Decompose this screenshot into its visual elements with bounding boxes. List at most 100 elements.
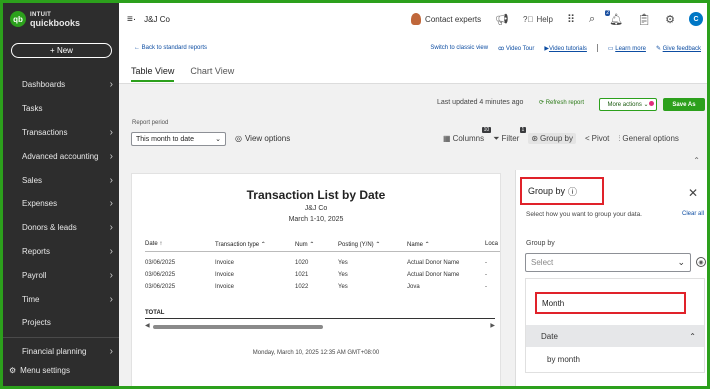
help-circle-icon[interactable]: ◉	[696, 257, 706, 267]
column-header[interactable]: Date ↑	[145, 241, 162, 247]
group-by-select[interactable]: Select ⌄	[525, 253, 691, 272]
clear-all-link[interactable]: Clear all	[682, 211, 704, 217]
sidebar-item-payroll[interactable]: Payroll ›	[3, 263, 119, 287]
group-by-panel-title: Group by ⓘ	[520, 177, 604, 205]
sidebar-item-expenses[interactable]: Expenses ›	[3, 192, 119, 216]
notifications-bell[interactable]: 2 🔔︎	[605, 9, 623, 26]
general-options-button[interactable]: ⫶ General options	[618, 134, 678, 144]
chevron-right-icon: ›	[109, 346, 113, 358]
sidebar-item-donors-leads[interactable]: Donors & leads ›	[3, 216, 119, 240]
sidebar-item-advanced-accounting[interactable]: Advanced accounting ›	[3, 144, 119, 168]
info-icon[interactable]: ⓘ	[568, 185, 577, 198]
megaphone-icon[interactable]: 📢︎	[495, 13, 509, 26]
total-label: TOTAL	[145, 310, 165, 316]
quickbooks-logo[interactable]: qb INTUIT quickbooks	[10, 11, 80, 28]
close-icon[interactable]: ✕	[688, 186, 698, 200]
filter-icon: ⏷	[493, 133, 500, 143]
table-cell: 03/06/2025	[145, 284, 176, 290]
apps-grid-icon[interactable]: ⠿	[567, 13, 575, 26]
table-row[interactable]: 03/06/2025 Invoice 1021 Yes Actual Donor Nam…	[145, 272, 500, 284]
clipboard-icon[interactable]: 📋︎	[637, 13, 651, 26]
contact-experts[interactable]: Contact experts	[411, 13, 481, 25]
new-button[interactable]: + New	[11, 43, 112, 58]
learn-more-link[interactable]: ▭ Learn more	[608, 45, 646, 52]
sidebar-item-time[interactable]: Time ›	[3, 287, 119, 311]
sidebar-item-reports[interactable]: Reports ›	[3, 240, 119, 264]
sidebar-item-sales[interactable]: Sales ›	[3, 168, 119, 192]
sliders-icon: ⫶	[618, 133, 621, 143]
scroll-left-icon[interactable]: ◀	[145, 322, 150, 329]
table-row[interactable]: 03/06/2025 Invoice 1022 Yes Jova -	[145, 284, 500, 296]
sidebar-item-label: Advanced accounting	[22, 151, 99, 161]
date-section-header[interactable]: Date ⌃	[526, 325, 704, 347]
sidebar-item-label: Sales	[22, 175, 43, 185]
video-tutorials-link[interactable]: ▶Video tutorials	[544, 45, 587, 52]
group-by-button[interactable]: ⊛ Group by	[528, 133, 576, 144]
refresh-report-link[interactable]: ⟳ Refresh report	[539, 99, 584, 106]
feedback-icon: ✎	[655, 45, 661, 52]
menu-settings[interactable]: ⚙ Menu settings	[9, 366, 70, 375]
chevron-right-icon: ›	[109, 150, 113, 162]
switch-classic-link[interactable]: Switch to classic view	[430, 45, 488, 51]
notification-dot	[649, 101, 654, 106]
filter-button[interactable]: ⏷ Filter 1	[493, 126, 527, 144]
chevron-down-icon: ⌄	[677, 257, 685, 267]
report-title: Transaction List by Date	[246, 188, 386, 202]
view-options-button[interactable]: ◎ View options	[235, 134, 290, 143]
sidebar-item-label: Transactions	[22, 127, 68, 137]
chevron-right-icon: ›	[109, 174, 113, 186]
menu-toggle-icon[interactable]: ≡·	[127, 14, 136, 25]
horizontal-scrollbar[interactable]: ◀ ▶	[145, 323, 495, 330]
column-header[interactable]: Loca	[485, 241, 498, 247]
search-icon[interactable]: ⌕	[589, 13, 595, 26]
topbar-left: ≡· J&J Co	[127, 14, 170, 25]
group-by-description: Select how you want to group your data.	[526, 211, 642, 218]
report-company: J&J Co	[304, 205, 328, 212]
sidebar-item-projects[interactable]: Projects	[3, 311, 119, 335]
column-header[interactable]: Name ⌃	[407, 241, 430, 248]
group-by-field-label: Group by	[526, 240, 555, 247]
report-toolbar: ▦ Columns 10 ⏷ Filter 1 ⊛ Group by < Piv…	[443, 126, 679, 144]
table-cell: 03/06/2025	[145, 272, 176, 278]
by-month-option[interactable]: by month	[547, 355, 580, 364]
give-feedback-link[interactable]: ✎ Give feedback	[656, 45, 701, 52]
column-header[interactable]: Transaction type ⌃	[215, 241, 266, 248]
filter-count-badge: 1	[519, 126, 527, 133]
column-header[interactable]: Posting (Y/N) ⌃	[338, 241, 380, 248]
company-name: J&J Co	[144, 15, 170, 24]
help-icon: ?⃝	[523, 14, 534, 24]
tab-chart-view[interactable]: Chart View	[190, 66, 234, 82]
back-to-reports-link[interactable]: ← Back to standard reports	[134, 45, 207, 51]
tab-table-view[interactable]: Table View	[131, 66, 175, 82]
table-cell: Invoice	[215, 272, 235, 278]
save-as-button[interactable]: Save As	[663, 98, 705, 111]
column-header[interactable]: Num ⌃	[295, 241, 314, 248]
pivot-button[interactable]: < Pivot	[585, 134, 609, 143]
help-button[interactable]: ?⃝ Help	[523, 15, 553, 24]
sidebar-item-dashboards[interactable]: Dashboards ›	[3, 73, 119, 97]
pivot-icon: <	[584, 134, 590, 143]
eye-icon: ◎	[235, 134, 242, 143]
sidebar-item-label: Time	[22, 294, 40, 304]
video-tour-link[interactable]: ꝏ Video Tour	[498, 45, 534, 52]
sidebar-item-transactions[interactable]: Transactions ›	[3, 121, 119, 145]
settings-gear-icon[interactable]: ⚙	[665, 13, 675, 26]
sidebar-item-label: Dashboards	[22, 80, 66, 90]
chevron-up-icon[interactable]: ⌃	[693, 156, 700, 165]
sidebar-item-label: Projects	[22, 318, 51, 328]
sidebar-item-financial-planning[interactable]: Financial planning ›	[3, 340, 119, 364]
columns-button[interactable]: ▦ Columns 10	[443, 127, 492, 143]
gear-icon: ⚙	[9, 366, 17, 375]
table-cell: 1021	[295, 272, 309, 278]
sidebar: qb INTUIT quickbooks + New Dashboards › Ta…	[3, 3, 119, 386]
report-period-select[interactable]: This month to date ⌄	[131, 132, 226, 146]
chevron-right-icon: ›	[109, 126, 113, 138]
scroll-thumb[interactable]	[153, 325, 323, 329]
group-by-search-input[interactable]: Month	[535, 292, 686, 314]
table-cell: Yes	[338, 260, 348, 266]
chevron-right-icon: ›	[109, 198, 113, 210]
user-avatar[interactable]: C	[689, 12, 703, 26]
table-row[interactable]: 03/06/2025 Invoice 1020 Yes Actual Donor Nam…	[145, 260, 500, 272]
sidebar-item-tasks[interactable]: Tasks	[3, 97, 119, 121]
scroll-right-icon[interactable]: ▶	[490, 322, 495, 329]
